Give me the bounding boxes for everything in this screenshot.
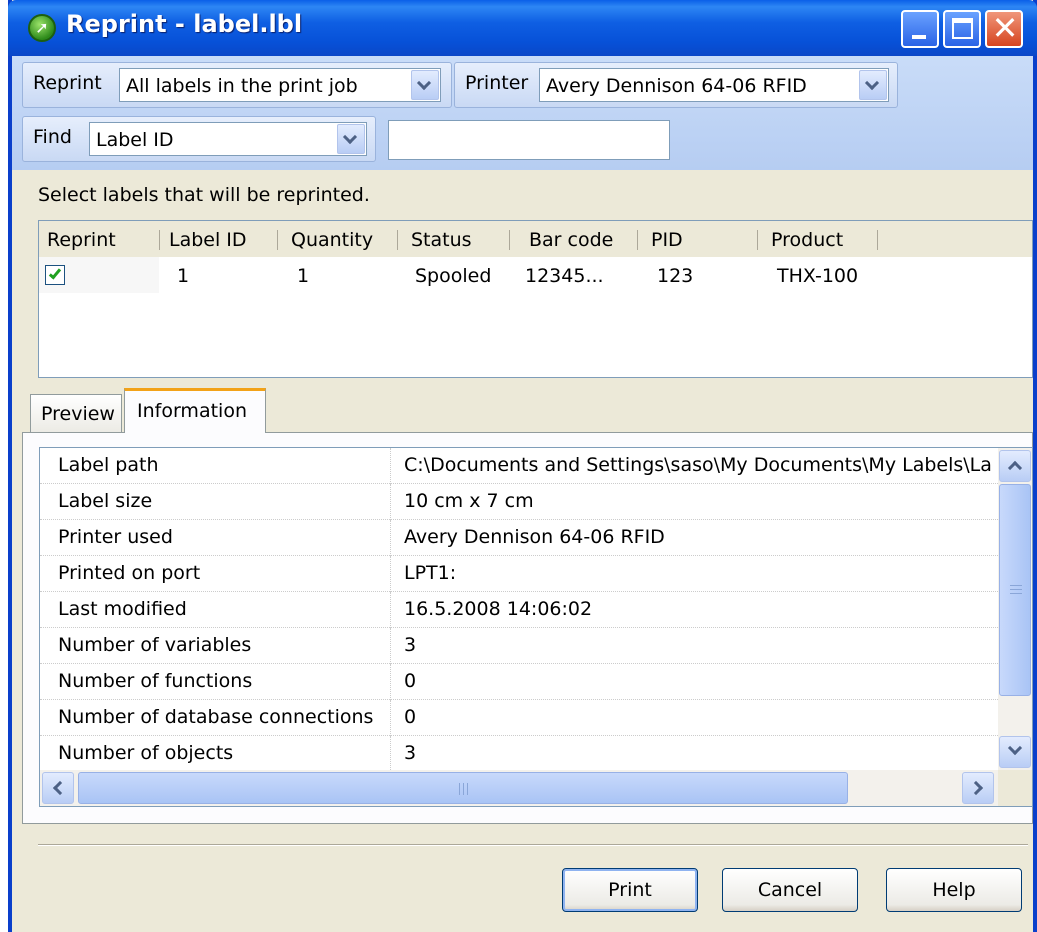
info-row[interactable]: Last modified 16.5.2008 14:06:02 [40, 592, 998, 628]
chevron-down-icon [342, 129, 358, 145]
find-dropdown-button[interactable] [337, 124, 365, 154]
find-field-value: Label ID [96, 129, 174, 151]
col-status[interactable]: Status [411, 229, 472, 251]
horizontal-scroll-thumb[interactable] [78, 772, 848, 804]
info-name: Number of objects [58, 742, 234, 764]
cell-label-id: 1 [177, 265, 190, 287]
info-value: 16.5.2008 14:06:02 [404, 598, 593, 620]
col-reprint[interactable]: Reprint [47, 229, 116, 251]
reprint-label: Reprint [33, 72, 102, 94]
col-bar-code[interactable]: Bar code [529, 229, 613, 251]
instruction-text: Select labels that will be reprinted. [38, 184, 370, 206]
info-value: LPT1: [404, 562, 457, 584]
tab-information[interactable]: Information [124, 388, 266, 433]
vertical-scrollbar[interactable] [998, 448, 1032, 770]
print-button[interactable]: Print [562, 868, 698, 912]
window-title: Reprint - label.lbl [66, 10, 303, 38]
info-value: 3 [404, 634, 417, 656]
printer-label: Printer [465, 72, 529, 94]
info-row[interactable]: Label size 10 cm x 7 cm [40, 484, 998, 520]
info-row[interactable]: Printed on port LPT1: [40, 556, 998, 592]
reprint-dropdown-button[interactable] [411, 70, 439, 100]
find-label: Find [33, 126, 72, 148]
printer-select[interactable]: Avery Dennison 64-06 RFID [539, 68, 889, 102]
scrollbar-corner [998, 770, 1032, 806]
info-name: Number of variables [58, 634, 252, 656]
info-name: Label path [58, 454, 159, 476]
info-value: 0 [404, 706, 417, 728]
info-row[interactable]: Number of variables 3 [40, 628, 998, 664]
horizontal-scrollbar[interactable] [40, 770, 998, 806]
close-icon: ✕ [991, 9, 1019, 47]
info-row[interactable]: Number of functions 0 [40, 664, 998, 700]
app-icon: ➚ [28, 14, 56, 42]
arrow-right-icon [968, 780, 984, 796]
reprint-dialog: ➚ Reprint - label.lbl ✕ Reprint All labe… [8, 0, 1037, 932]
labels-list[interactable]: Reprint Label ID Quantity Status Bar cod… [38, 220, 1033, 378]
checkmark-icon [48, 266, 62, 280]
information-panel: Label path C:\Documents and Settings\saso… [22, 432, 1033, 824]
cell-bar-code: 12345... [525, 265, 604, 287]
reprint-select-value: All labels in the print job [126, 75, 358, 97]
info-row[interactable]: Printer used Avery Dennison 64-06 RFID [40, 520, 998, 556]
maximize-icon [952, 18, 973, 39]
minimize-button[interactable] [901, 10, 939, 48]
info-row[interactable]: Label path C:\Documents and Settings\saso… [40, 448, 998, 484]
reprint-group: Reprint All labels in the print job [22, 62, 452, 108]
chevron-down-icon [864, 75, 880, 91]
cell-quantity: 1 [297, 265, 310, 287]
tab-information-label: Information [137, 400, 247, 422]
cancel-button[interactable]: Cancel [722, 868, 858, 912]
info-name: Printed on port [58, 562, 201, 584]
find-text-input[interactable] [388, 120, 670, 160]
divider [38, 844, 1028, 846]
col-product[interactable]: Product [771, 229, 843, 251]
find-group: Find Label ID [22, 116, 376, 162]
info-row[interactable]: Number of objects 3 [40, 736, 998, 772]
info-row[interactable]: Number of database connections 0 [40, 700, 998, 736]
info-value: Avery Dennison 64-06 RFID [404, 526, 665, 548]
scroll-up-button[interactable] [999, 450, 1031, 482]
printer-group: Printer Avery Dennison 64-06 RFID [454, 62, 898, 108]
arrow-up-icon [1007, 460, 1023, 476]
close-button[interactable]: ✕ [985, 9, 1023, 48]
labels-list-header: Reprint Label ID Quantity Status Bar cod… [39, 221, 1032, 257]
cell-status: Spooled [415, 265, 492, 287]
info-name: Number of functions [58, 670, 253, 692]
info-value: 0 [404, 670, 417, 692]
info-name: Number of database connections [58, 706, 374, 728]
scroll-left-button[interactable] [42, 772, 74, 804]
find-field-select[interactable]: Label ID [89, 122, 367, 156]
cell-pid: 123 [657, 265, 694, 287]
arrow-down-icon [1007, 740, 1023, 756]
title-bar[interactable]: ➚ Reprint - label.lbl ✕ [8, 0, 1037, 56]
info-value: 3 [404, 742, 417, 764]
info-value: C:\Documents and Settings\saso\My Docume… [404, 454, 992, 476]
col-quantity[interactable]: Quantity [291, 229, 373, 251]
tab-preview[interactable]: Preview [30, 394, 122, 432]
arrow-left-icon [52, 780, 68, 796]
scroll-down-button[interactable] [999, 736, 1031, 768]
vertical-scroll-thumb[interactable] [999, 484, 1031, 696]
help-button[interactable]: Help [886, 868, 1022, 912]
chevron-down-icon [416, 75, 432, 91]
information-grid[interactable]: Label path C:\Documents and Settings\saso… [39, 447, 1033, 807]
scroll-right-button[interactable] [962, 772, 994, 804]
cell-product: THX-100 [777, 265, 859, 287]
printer-dropdown-button[interactable] [859, 70, 887, 100]
reprint-select[interactable]: All labels in the print job [119, 68, 441, 102]
info-name: Last modified [58, 598, 187, 620]
minimize-icon [912, 35, 926, 39]
reprint-checkbox[interactable] [45, 265, 65, 285]
info-name: Printer used [58, 526, 173, 548]
col-pid[interactable]: PID [651, 229, 683, 251]
printer-select-value: Avery Dennison 64-06 RFID [546, 75, 807, 97]
maximize-button[interactable] [943, 10, 981, 48]
info-name: Label size [58, 490, 153, 512]
col-label-id[interactable]: Label ID [169, 229, 247, 251]
info-value: 10 cm x 7 cm [404, 490, 534, 512]
tab-preview-label: Preview [41, 403, 115, 425]
